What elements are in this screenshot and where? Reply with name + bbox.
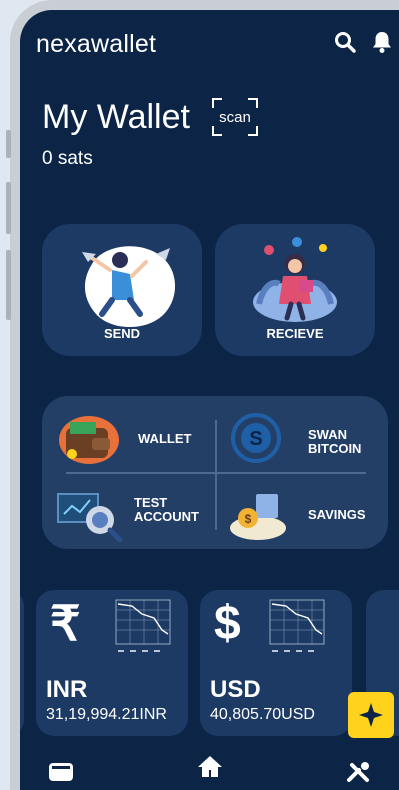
- feature-test-account[interactable]: TEST ACCOUNT: [56, 488, 206, 546]
- currency-card-partial[interactable]: [20, 590, 24, 736]
- top-actions: [333, 30, 393, 59]
- sparkle-icon: [359, 703, 383, 727]
- phone-side-button: [6, 130, 11, 158]
- scan-label: scan: [219, 108, 251, 126]
- feature-swan-bitcoin[interactable]: S SWAN BITCOIN: [228, 408, 378, 468]
- svg-text:$: $: [245, 512, 252, 526]
- feature-savings[interactable]: $ SAVINGS: [228, 488, 378, 546]
- send-illustration: [82, 246, 176, 328]
- mini-chart-icon: [269, 599, 325, 652]
- svg-text:S: S: [249, 428, 262, 450]
- receive-label: RECIEVE: [266, 326, 324, 341]
- test-account-illustration-icon: [57, 493, 123, 542]
- feature-swan-label: SWAN BITCOIN: [308, 427, 362, 456]
- page-title: My Wallet: [42, 98, 190, 136]
- scan-button[interactable]: scan: [212, 98, 258, 136]
- receive-button[interactable]: RECIEVE: [215, 224, 375, 356]
- send-button[interactable]: SEND: [42, 224, 202, 356]
- currency-amount: 40,805.70USD: [210, 706, 315, 723]
- currency-code: USD: [210, 676, 261, 703]
- currency-card-usd[interactable]: $ USD 40,805.70USD: [200, 590, 352, 736]
- bell-icon[interactable]: [371, 30, 393, 59]
- savings-illustration-icon: $: [230, 494, 286, 540]
- search-icon[interactable]: [333, 30, 357, 59]
- phone-side-button: [6, 250, 11, 320]
- brand-name: nexawallet: [36, 30, 157, 58]
- feature-wallet-label: WALLET: [138, 431, 192, 446]
- grid-divider: [215, 420, 217, 530]
- tools-icon[interactable]: [346, 760, 372, 789]
- app-screen: nexawallet My Wallet scan 0 sats SEND RE…: [20, 10, 399, 790]
- swan-logo-icon: S: [231, 413, 281, 463]
- home-icon[interactable]: [196, 754, 224, 783]
- feature-savings-label: SAVINGS: [308, 507, 366, 522]
- feature-wallet[interactable]: WALLET: [56, 410, 206, 468]
- feature-grid: WALLET S SWAN BITCOIN TEST ACCOUNT $ SAV…: [42, 396, 388, 549]
- currency-amount: 31,19,994.21INR: [46, 706, 167, 723]
- bottom-nav: [20, 740, 399, 790]
- wallet-icon[interactable]: [48, 760, 74, 787]
- phone-side-button: [6, 182, 11, 234]
- grid-divider: [66, 472, 366, 474]
- feature-test-account-label: TEST ACCOUNT: [134, 495, 199, 524]
- rupee-icon: ₹: [50, 598, 81, 651]
- currency-card-inr[interactable]: ₹ INR 31,19,994.21INR: [36, 590, 188, 736]
- currency-code: INR: [46, 676, 88, 703]
- dollar-icon: $: [214, 597, 241, 650]
- receive-illustration: [253, 237, 337, 322]
- sparkle-fab-button[interactable]: [348, 692, 394, 738]
- wallet-balance: 0 sats: [42, 148, 93, 169]
- send-label: SEND: [103, 326, 141, 341]
- mini-chart-icon: [115, 599, 171, 652]
- wallet-illustration-icon: [59, 416, 119, 464]
